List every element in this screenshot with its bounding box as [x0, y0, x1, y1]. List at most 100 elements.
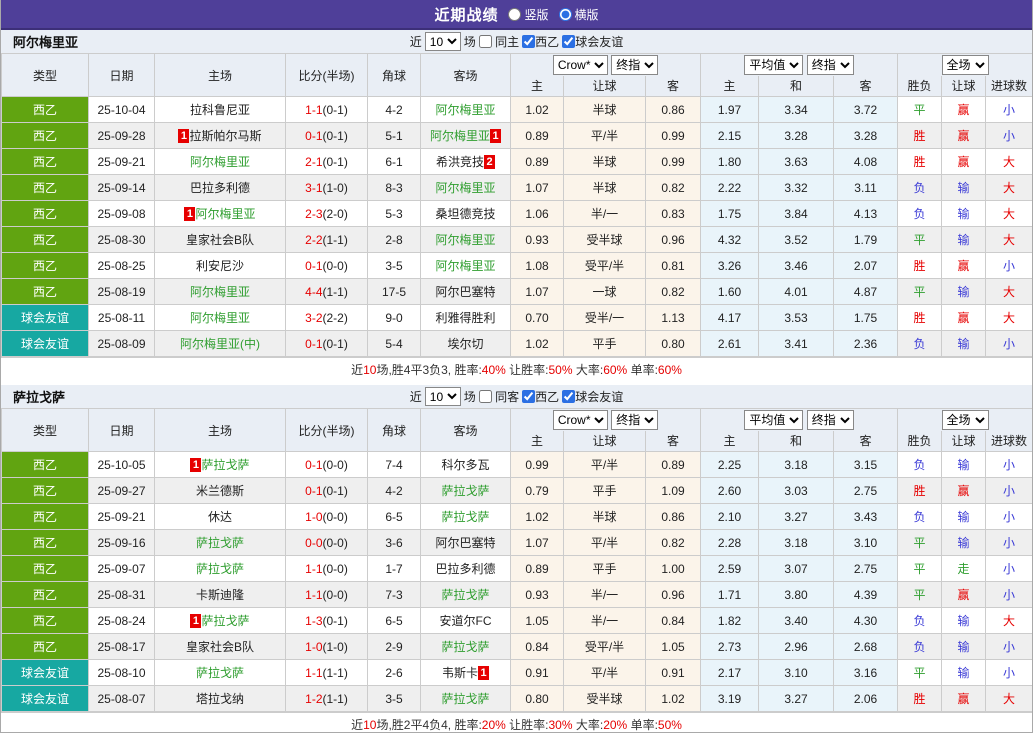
scope-select[interactable]: 全场 — [941, 54, 989, 75]
team-name-link[interactable]: 阿尔梅里亚(中) — [180, 337, 260, 351]
team-name-link[interactable]: 阿尔梅里亚 — [435, 233, 495, 247]
average-stage-select[interactable]: 终指 — [806, 54, 854, 75]
scope-group-header: 全场 — [897, 408, 1032, 431]
friendly-checkbox[interactable]: 球会友谊 — [562, 33, 623, 50]
home-team-cell: 阿尔梅里亚 — [154, 148, 286, 175]
friendly-checkbox[interactable]: 球会友谊 — [562, 388, 623, 405]
team-name-link[interactable]: 阿尔梅里亚 — [190, 155, 250, 169]
score-cell: 1-1(1-1) — [285, 659, 368, 686]
team-name-link[interactable]: 萨拉戈萨 — [441, 588, 489, 602]
result-handicap: 输 — [941, 330, 987, 357]
team-name-link[interactable]: 萨拉戈萨 — [441, 484, 489, 498]
team-name-link[interactable]: 拉科鲁尼亚 — [190, 103, 250, 117]
league-checkbox[interactable]: 西乙 — [522, 33, 559, 50]
sub-header-avg-draw: 和 — [758, 75, 835, 97]
odds-stage-select[interactable]: 终指 — [611, 409, 659, 430]
hcp-home-odds: 0.80 — [510, 685, 564, 712]
average-select[interactable]: 平均值 — [744, 54, 804, 75]
match-row: 西乙 25-09-27 米兰德斯 0-1(0-1) 4-2 萨拉戈萨 0.79 平手 1.09 2… — [1, 477, 1032, 504]
team-name-link[interactable]: 卡斯迪隆 — [196, 588, 244, 602]
team-name-link[interactable]: 韦斯卡 — [442, 666, 478, 680]
hcp-away-odds: 0.82 — [644, 529, 702, 556]
team-name-link[interactable]: 阿尔梅里亚 — [430, 129, 490, 143]
team-name-link[interactable]: 阿尔巴塞特 — [435, 536, 495, 550]
odds-source-select[interactable]: Crow* — [552, 409, 608, 430]
team-name-link[interactable]: 休达 — [208, 510, 232, 524]
team-name-link[interactable]: 阿尔梅里亚 — [190, 311, 250, 325]
sub-header-result-hcp: 让球 — [941, 75, 987, 97]
result-handicap: 输 — [941, 503, 987, 530]
team-name-link[interactable]: 萨拉戈萨 — [196, 666, 244, 680]
vertical-layout-radio[interactable]: 竖版 — [508, 6, 549, 23]
horizontal-layout-radio-input[interactable] — [558, 7, 572, 21]
home-team-cell: 塔拉戈纳 — [154, 685, 286, 712]
scope-select[interactable]: 全场 — [941, 409, 989, 430]
same-venue-checkbox[interactable]: 同客 — [478, 388, 519, 405]
away-team-cell: 萨拉戈萨 — [420, 581, 511, 608]
average-select[interactable]: 平均值 — [744, 409, 804, 430]
team-name-link[interactable]: 利雅得胜利 — [435, 311, 495, 325]
result-handicap: 赢 — [941, 96, 987, 123]
summary-text: 大率: — [572, 363, 604, 377]
match-date: 25-08-11 — [88, 304, 155, 331]
avg-draw-odds: 3.03 — [758, 477, 835, 504]
halftime-score: (0-1) — [322, 613, 348, 628]
team-name-link[interactable]: 阿尔梅里亚 — [435, 181, 495, 195]
halftime-score: (0-0) — [322, 457, 348, 472]
team-name-link[interactable]: 萨拉戈萨 — [196, 536, 244, 550]
team-name-link[interactable]: 萨拉戈萨 — [201, 458, 249, 472]
avg-away-odds: 3.10 — [833, 529, 899, 556]
team-name-link[interactable]: 阿尔梅里亚 — [435, 103, 495, 117]
team-name-link[interactable]: 阿尔梅里亚 — [190, 285, 250, 299]
team-name-link[interactable]: 萨拉戈萨 — [441, 640, 489, 654]
away-team-cell: 巴拉多利德 — [420, 555, 511, 582]
avg-away-odds: 1.79 — [833, 226, 899, 253]
team-name-link[interactable]: 阿尔梅里亚 — [195, 207, 255, 221]
halftime-score: (1-1) — [322, 691, 348, 706]
score-cell: 2-1(0-1) — [285, 148, 368, 175]
same-venue-checkbox[interactable]: 同主 — [478, 33, 519, 50]
corner-count: 5-1 — [367, 122, 421, 149]
team-name-link[interactable]: 阿尔巴塞特 — [435, 285, 495, 299]
summary-almeria: 近10场,胜4平3负3, 胜率:40% 让胜率:50% 大率:60% 单率:60… — [1, 357, 1032, 383]
match-row: 西乙 25-09-14 巴拉多利德 3-1(1-0) 8-3 阿尔梅里亚 1.07 半球 0.8… — [1, 174, 1032, 201]
avg-away-odds: 2.36 — [833, 330, 899, 357]
team-name-link[interactable]: 萨拉戈萨 — [196, 562, 244, 576]
scope-group-header: 全场 — [897, 53, 1032, 76]
team-name-link[interactable]: 巴拉多利德 — [435, 562, 495, 576]
away-team-cell: 阿尔巴塞特 — [420, 278, 511, 305]
team-name-link[interactable]: 利安尼沙 — [196, 259, 244, 273]
match-count-select[interactable]: 10 — [424, 387, 461, 406]
team-name-link[interactable]: 希洪竞技 — [436, 155, 484, 169]
sub-header-result-hcp: 让球 — [941, 430, 987, 452]
team-name-link[interactable]: 埃尔切 — [447, 337, 483, 351]
team-name-link[interactable]: 萨拉戈萨 — [441, 692, 489, 706]
team-name-link[interactable]: 皇家社会B队 — [186, 233, 254, 247]
odds-stage-select[interactable]: 终指 — [611, 54, 659, 75]
team-name-link[interactable]: 拉斯帕尔马斯 — [189, 129, 261, 143]
fulltime-score: 3-1 — [305, 180, 323, 195]
odds-source-select[interactable]: Crow* — [552, 54, 608, 75]
team-name-link[interactable]: 塔拉戈纳 — [196, 692, 244, 706]
team-name-link[interactable]: 巴拉多利德 — [190, 181, 250, 195]
vertical-layout-radio-input[interactable] — [508, 7, 522, 21]
team-name-link[interactable]: 米兰德斯 — [196, 484, 244, 498]
score-cell: 1-0(1-0) — [285, 633, 368, 660]
match-count-select[interactable]: 10 — [424, 32, 461, 51]
summary-text: 让胜率: — [505, 363, 549, 377]
horizontal-layout-radio[interactable]: 横版 — [558, 6, 599, 23]
team-name-link[interactable]: 安道尔FC — [440, 614, 492, 628]
fulltime-score: 2-3 — [305, 206, 323, 221]
team-name-link[interactable]: 萨拉戈萨 — [441, 510, 489, 524]
team-name-link[interactable]: 阿尔梅里亚 — [435, 259, 495, 273]
team-name-link[interactable]: 皇家社会B队 — [186, 640, 254, 654]
team-name-link[interactable]: 桑坦德竞技 — [435, 207, 495, 221]
match-row: 西乙 25-08-25 利安尼沙 0-1(0-0) 3-5 阿尔梅里亚 1.08 受平/半 0.… — [1, 252, 1032, 279]
average-stage-select[interactable]: 终指 — [806, 409, 854, 430]
team-name-link[interactable]: 科尔多瓦 — [441, 458, 489, 472]
match-row: 西乙 25-09-21 阿尔梅里亚 2-1(0-1) 6-1 希洪竞技 2 0.89 半球 0.9… — [1, 148, 1032, 175]
score-cell: 2-2(1-1) — [285, 226, 368, 253]
team-name-link[interactable]: 萨拉戈萨 — [201, 614, 249, 628]
score-cell: 1-2(1-1) — [285, 685, 368, 712]
league-checkbox[interactable]: 西乙 — [522, 388, 559, 405]
